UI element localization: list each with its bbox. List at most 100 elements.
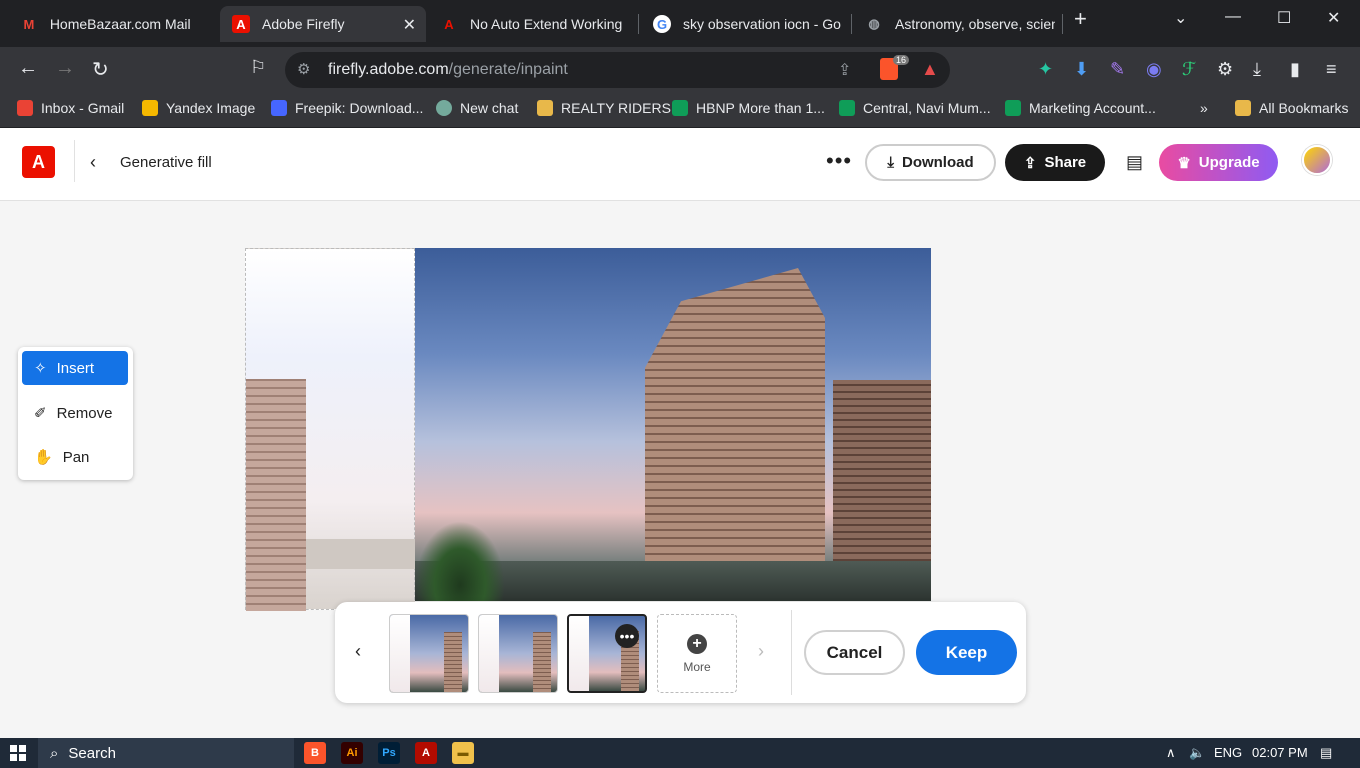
- minimize-icon[interactable]: —: [1225, 8, 1241, 26]
- download-button[interactable]: ⤓ Download: [865, 144, 996, 181]
- bookmark-marketing-account[interactable]: Marketing Account...: [1005, 100, 1156, 116]
- extension-circle-icon[interactable]: ◉: [1146, 59, 1162, 80]
- tab-sky-observation[interactable]: G sky observation iocn - Goo: [641, 6, 851, 42]
- canvas-area: ✧ Insert ✐ Remove ✋ Pan ‹ ••• + More › C…: [0, 201, 1360, 738]
- thumb-extension: [390, 615, 410, 692]
- crown-icon: ♛: [1177, 154, 1191, 172]
- bookmark-freepik[interactable]: Freepik: Download...: [271, 100, 423, 116]
- tab-homebazaar-mail[interactable]: M HomeBazaar.com Mail: [8, 6, 218, 42]
- file-explorer-taskbar-icon[interactable]: ▬: [452, 742, 474, 764]
- comment-icon[interactable]: ▤: [1126, 152, 1143, 173]
- menu-icon[interactable]: ≡: [1326, 59, 1337, 80]
- bookmark-label: Marketing Account...: [1029, 100, 1156, 116]
- language-indicator[interactable]: ENG: [1214, 745, 1242, 760]
- tool-panel: ✧ Insert ✐ Remove ✋ Pan: [18, 347, 133, 480]
- sidebar-toggle-icon[interactable]: ▮: [1290, 59, 1300, 80]
- all-bookmarks[interactable]: All Bookmarks: [1235, 100, 1348, 116]
- back-chevron-icon[interactable]: ‹: [90, 152, 96, 173]
- volume-muted-icon[interactable]: 🔈: [1189, 745, 1205, 761]
- extension-download-icon[interactable]: ⬇: [1074, 59, 1089, 80]
- main-tower: [645, 268, 825, 601]
- share-icon: ⇪: [1023, 154, 1037, 172]
- folder-icon: [537, 100, 553, 116]
- extension-f-icon[interactable]: ℱ: [1182, 59, 1196, 80]
- bookmark-central-navi-mumbai[interactable]: Central, Navi Mum...: [839, 100, 991, 116]
- maximize-icon[interactable]: ☐: [1277, 8, 1291, 28]
- bookmarks-overflow[interactable]: »: [1200, 100, 1208, 116]
- extension-bird-icon[interactable]: ✦: [1038, 59, 1053, 80]
- variant-thumbnail-2[interactable]: [478, 614, 558, 693]
- variant-bar-divider: [791, 610, 792, 695]
- windows-start-icon[interactable]: [10, 745, 26, 761]
- adobe-logo[interactable]: A: [22, 146, 55, 178]
- tool-label: Remove: [56, 404, 113, 422]
- photoshop-taskbar-icon[interactable]: Ps: [378, 742, 400, 764]
- downloads-icon[interactable]: ⤓: [1253, 59, 1261, 80]
- avatar[interactable]: [1302, 145, 1332, 175]
- bookmark-gmail[interactable]: Inbox - Gmail: [17, 100, 124, 116]
- address-bar[interactable]: ⚙ firefly.adobe.com/generate/inpaint ⇪ 1…: [285, 52, 950, 88]
- tab-title: Astronomy, observe, scienc: [895, 16, 1055, 32]
- variant-bar: ‹ ••• + More › Cancel Keep: [335, 602, 1026, 703]
- bookmark-hbnp[interactable]: HBNP More than 1...: [672, 100, 825, 116]
- bookmark-icon[interactable]: ⚐: [250, 57, 266, 78]
- new-tab-icon[interactable]: +: [1074, 6, 1087, 32]
- more-options-icon[interactable]: •••: [826, 148, 852, 174]
- share-button[interactable]: ⇪ Share: [1005, 144, 1105, 181]
- close-tab-icon[interactable]: ✕: [403, 15, 416, 35]
- yandex-icon: [142, 100, 158, 116]
- tool-label: Pan: [62, 448, 90, 466]
- bookmark-yandex[interactable]: Yandex Image: [142, 100, 255, 116]
- tool-pan[interactable]: ✋ Pan: [22, 440, 128, 474]
- next-variant-chevron-icon[interactable]: ›: [758, 641, 764, 662]
- variant-thumbnail-1[interactable]: [389, 614, 469, 693]
- distant-buildings: [306, 539, 416, 569]
- more-variants-button[interactable]: + More: [657, 614, 737, 693]
- upgrade-label: Upgrade: [1198, 154, 1260, 171]
- sheets-icon: [672, 100, 688, 116]
- bookmark-label: Freepik: Download...: [295, 100, 424, 116]
- brave-taskbar-icon[interactable]: B: [304, 742, 326, 764]
- extensions-puzzle-icon[interactable]: ⚙: [1217, 59, 1233, 80]
- prev-variant-chevron-icon[interactable]: ‹: [355, 641, 361, 662]
- tab-no-auto-extend[interactable]: A No Auto Extend Working -: [428, 6, 638, 42]
- close-window-icon[interactable]: ✕: [1327, 8, 1340, 28]
- tab-search-chevron-icon[interactable]: ⌄: [1174, 8, 1187, 28]
- tab-bar: M HomeBazaar.com Mail A Adobe Firefly ✕ …: [0, 0, 1360, 47]
- tab-separator: [638, 14, 639, 34]
- bookmark-label: HBNP More than 1...: [696, 100, 825, 116]
- share-page-icon[interactable]: ⇪: [838, 60, 851, 80]
- clock[interactable]: 02:07 PM: [1252, 745, 1308, 760]
- illustrator-taskbar-icon[interactable]: Ai: [341, 742, 363, 764]
- bookmark-new-chat[interactable]: New chat: [436, 100, 518, 116]
- tool-remove[interactable]: ✐ Remove: [22, 396, 128, 430]
- taskbar-search[interactable]: ⌕ Search: [38, 738, 294, 768]
- acrobat-taskbar-icon[interactable]: A: [415, 742, 437, 764]
- notifications-icon[interactable]: ▤: [1320, 745, 1332, 761]
- url-text: firefly.adobe.com/generate/inpaint: [328, 61, 568, 79]
- extension-feather-icon[interactable]: ✎: [1110, 59, 1125, 80]
- tool-insert[interactable]: ✧ Insert: [22, 351, 128, 385]
- tab-astronomy[interactable]: ◍ Astronomy, observe, scienc: [853, 6, 1063, 42]
- variant-thumbnail-3[interactable]: •••: [567, 614, 647, 693]
- adobe-icon: A: [232, 15, 250, 33]
- search-icon: ⌕: [50, 744, 59, 762]
- brave-rewards-icon[interactable]: ▲: [921, 59, 939, 80]
- thumbnail-options-icon[interactable]: •••: [615, 624, 639, 648]
- upgrade-button[interactable]: ♛ Upgrade: [1159, 144, 1278, 181]
- tray-chevron-icon[interactable]: ∧: [1166, 745, 1176, 761]
- chatgpt-icon: [436, 100, 452, 116]
- forward-icon[interactable]: →: [55, 57, 75, 80]
- page-title: Generative fill: [120, 154, 212, 171]
- keep-button[interactable]: Keep: [916, 630, 1017, 675]
- reload-icon[interactable]: ↻: [92, 57, 109, 82]
- tool-label: Insert: [56, 359, 95, 377]
- tab-adobe-firefly[interactable]: A Adobe Firefly ✕: [220, 6, 426, 42]
- overflow-chevron-icon: »: [1200, 100, 1208, 116]
- app-header: A ‹ Generative fill ••• ⤓ Download ⇪ Sha…: [0, 128, 1360, 201]
- site-settings-icon[interactable]: ⚙: [297, 60, 310, 78]
- back-icon[interactable]: ←: [18, 57, 38, 80]
- cancel-button[interactable]: Cancel: [804, 630, 905, 675]
- image-canvas[interactable]: [245, 248, 931, 611]
- bookmark-realty-riders[interactable]: REALTY RIDERS: [537, 100, 671, 116]
